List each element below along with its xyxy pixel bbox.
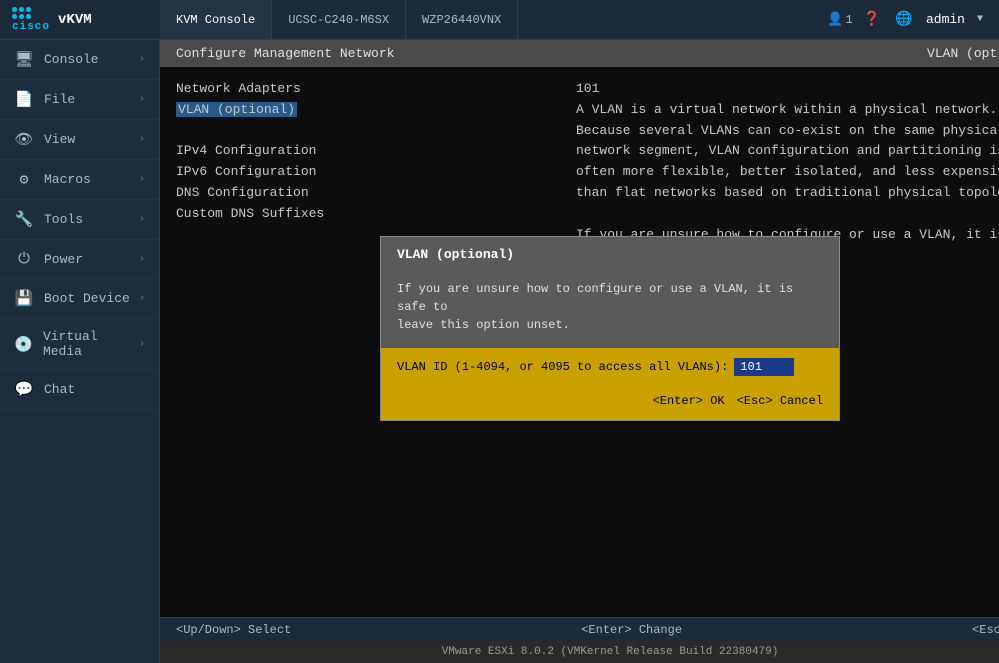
tools-icon: 🔧 [14, 210, 34, 229]
globe-icon[interactable]: 🌐 [894, 10, 914, 30]
sidebar-item-virtual-media[interactable]: 💿 Virtual Media › [0, 319, 159, 370]
menu-item-ipv4: IPv4 Configuration [176, 141, 556, 162]
vlan-id-input[interactable] [734, 358, 794, 376]
bottom-bar: VMware ESXi 8.0.2 (VMKernel Release Buil… [160, 641, 999, 663]
main-area: 🖥 Console › 📄 File › 👁 View › ⚙ Macros [0, 40, 999, 663]
terminal-header-right: VLAN (optional) [927, 46, 999, 61]
desc-line-5: than flat networks based on traditional … [576, 183, 999, 204]
desc-line-3: network segment, VLAN configuration and … [576, 141, 999, 162]
topbar: cisco vKVM KVM Console UCSC-C240-M6SX WZ… [0, 0, 999, 40]
help-icon[interactable]: ❓ [862, 10, 882, 30]
status-left: <Up/Down> Select [176, 623, 291, 637]
power-icon: ⏻ [14, 250, 34, 268]
sidebar-item-label-virtual-media: Virtual Media [43, 329, 139, 359]
sidebar-item-label-power: Power [44, 252, 83, 267]
menu-item-custom-dns: Custom DNS Suffixes [176, 204, 556, 225]
chevron-icon: › [139, 54, 145, 65]
topbar-right: 👤 1 ❓ 🌐 admin ▼ [814, 10, 999, 30]
desc-line-2: Because several VLANs can co-exist on th… [576, 121, 999, 142]
virtual-media-icon: 💿 [14, 335, 33, 354]
status-right: <Esc> Exit [972, 623, 999, 637]
status-bar: <Up/Down> Select <Enter> Change <Esc> Ex… [160, 617, 999, 641]
sidebar-item-view[interactable]: 👁 View › [0, 120, 159, 160]
menu-item-ipv6: IPv6 Configuration [176, 162, 556, 183]
user-dropdown-caret[interactable]: ▼ [977, 14, 983, 25]
desc-line-4: often more flexible, better isolated, an… [576, 162, 999, 183]
sidebar-item-file[interactable]: 📄 File › [0, 80, 159, 120]
sidebar-item-label-tools: Tools [44, 212, 83, 227]
tab-wzp[interactable]: WZP26440VNX [406, 0, 518, 39]
terminal-header-left: Configure Management Network [176, 46, 394, 61]
tab-ucsc[interactable]: UCSC-C240-M6SX [272, 0, 406, 39]
bottom-bar-text: VMware ESXi 8.0.2 (VMKernel Release Buil… [442, 646, 779, 658]
chevron-icon-file: › [139, 94, 145, 105]
chevron-icon-power: › [139, 254, 145, 265]
topbar-tabs: KVM Console UCSC-C240-M6SX WZP26440VNX [160, 0, 814, 39]
user-count: 1 [845, 13, 852, 27]
menu-item-network-adapters: Network Adapters [176, 79, 556, 100]
terminal-header: Configure Management Network VLAN (optio… [160, 40, 999, 67]
user-count-icon[interactable]: 👤 1 [830, 10, 850, 30]
dialog-input-label: VLAN ID (1-4094, or 4095 to access all V… [397, 360, 728, 374]
sidebar-item-label-view: View [44, 132, 75, 147]
chevron-icon-vm: › [139, 339, 145, 350]
sidebar-item-label-chat: Chat [44, 382, 75, 397]
logo-area: cisco vKVM [0, 7, 160, 33]
cisco-logo: cisco [12, 7, 50, 33]
sidebar-item-console[interactable]: 🖥 Console › [0, 40, 159, 80]
dialog-message: If you are unsure how to configure or us… [381, 272, 839, 348]
dialog-ok-button[interactable]: <Enter> OK [653, 394, 725, 408]
dialog-buttons: <Enter> OK <Esc> Cancel [381, 386, 839, 420]
sidebar-item-power[interactable]: ⏻ Power › [0, 240, 159, 279]
status-center: <Enter> Change [581, 623, 682, 637]
file-icon: 📄 [14, 90, 34, 109]
dialog-message-line2: leave this option unset. [397, 318, 570, 332]
menu-spacer [176, 121, 556, 142]
console-icon: 🖥 [14, 50, 34, 69]
chevron-icon-boot: › [139, 293, 145, 304]
dialog-message-line1: If you are unsure how to configure or us… [397, 282, 793, 314]
vlan-dialog: VLAN (optional) If you are unsure how to… [380, 236, 840, 421]
desc-line-1: A VLAN is a virtual network within a phy… [576, 100, 999, 121]
tab-kvm-console[interactable]: KVM Console [160, 0, 272, 39]
chevron-icon-tools: › [139, 214, 145, 225]
view-icon: 👁 [14, 130, 34, 149]
sidebar-item-tools[interactable]: 🔧 Tools › [0, 200, 159, 240]
cisco-text: cisco [12, 21, 50, 33]
sidebar-item-label-macros: Macros [44, 172, 91, 187]
sidebar: 🖥 Console › 📄 File › 👁 View › ⚙ Macros [0, 40, 160, 663]
dialog-title: VLAN (optional) [381, 237, 839, 272]
admin-label: admin [926, 12, 965, 27]
chevron-icon-macros: › [139, 174, 145, 185]
dialog-input-row: VLAN ID (1-4094, or 4095 to access all V… [381, 348, 839, 386]
sidebar-item-boot-device[interactable]: 💾 Boot Device › [0, 279, 159, 319]
chevron-icon-view: › [139, 134, 145, 145]
sidebar-item-macros[interactable]: ⚙ Macros › [0, 160, 159, 200]
terminal-content[interactable]: Configure Management Network VLAN (optio… [160, 40, 999, 617]
kvm-area: Configure Management Network VLAN (optio… [160, 40, 999, 663]
vlan-highlight: VLAN (optional) [176, 102, 297, 117]
vlan-value: 101 [576, 79, 999, 100]
chat-icon: 💬 [14, 380, 34, 399]
sidebar-item-chat[interactable]: 💬 Chat [0, 370, 159, 410]
sidebar-item-label-boot-device: Boot Device [44, 291, 130, 306]
sidebar-item-label-console: Console [44, 52, 99, 67]
menu-item-dns: DNS Configuration [176, 183, 556, 204]
macros-icon: ⚙ [14, 170, 34, 189]
app-name: vKVM [58, 12, 92, 28]
dialog-cancel-button[interactable]: <Esc> Cancel [737, 394, 823, 408]
boot-device-icon: 💾 [14, 289, 34, 308]
menu-item-vlan: VLAN (optional) [176, 100, 556, 121]
desc-spacer [576, 204, 999, 225]
sidebar-item-label-file: File [44, 92, 75, 107]
